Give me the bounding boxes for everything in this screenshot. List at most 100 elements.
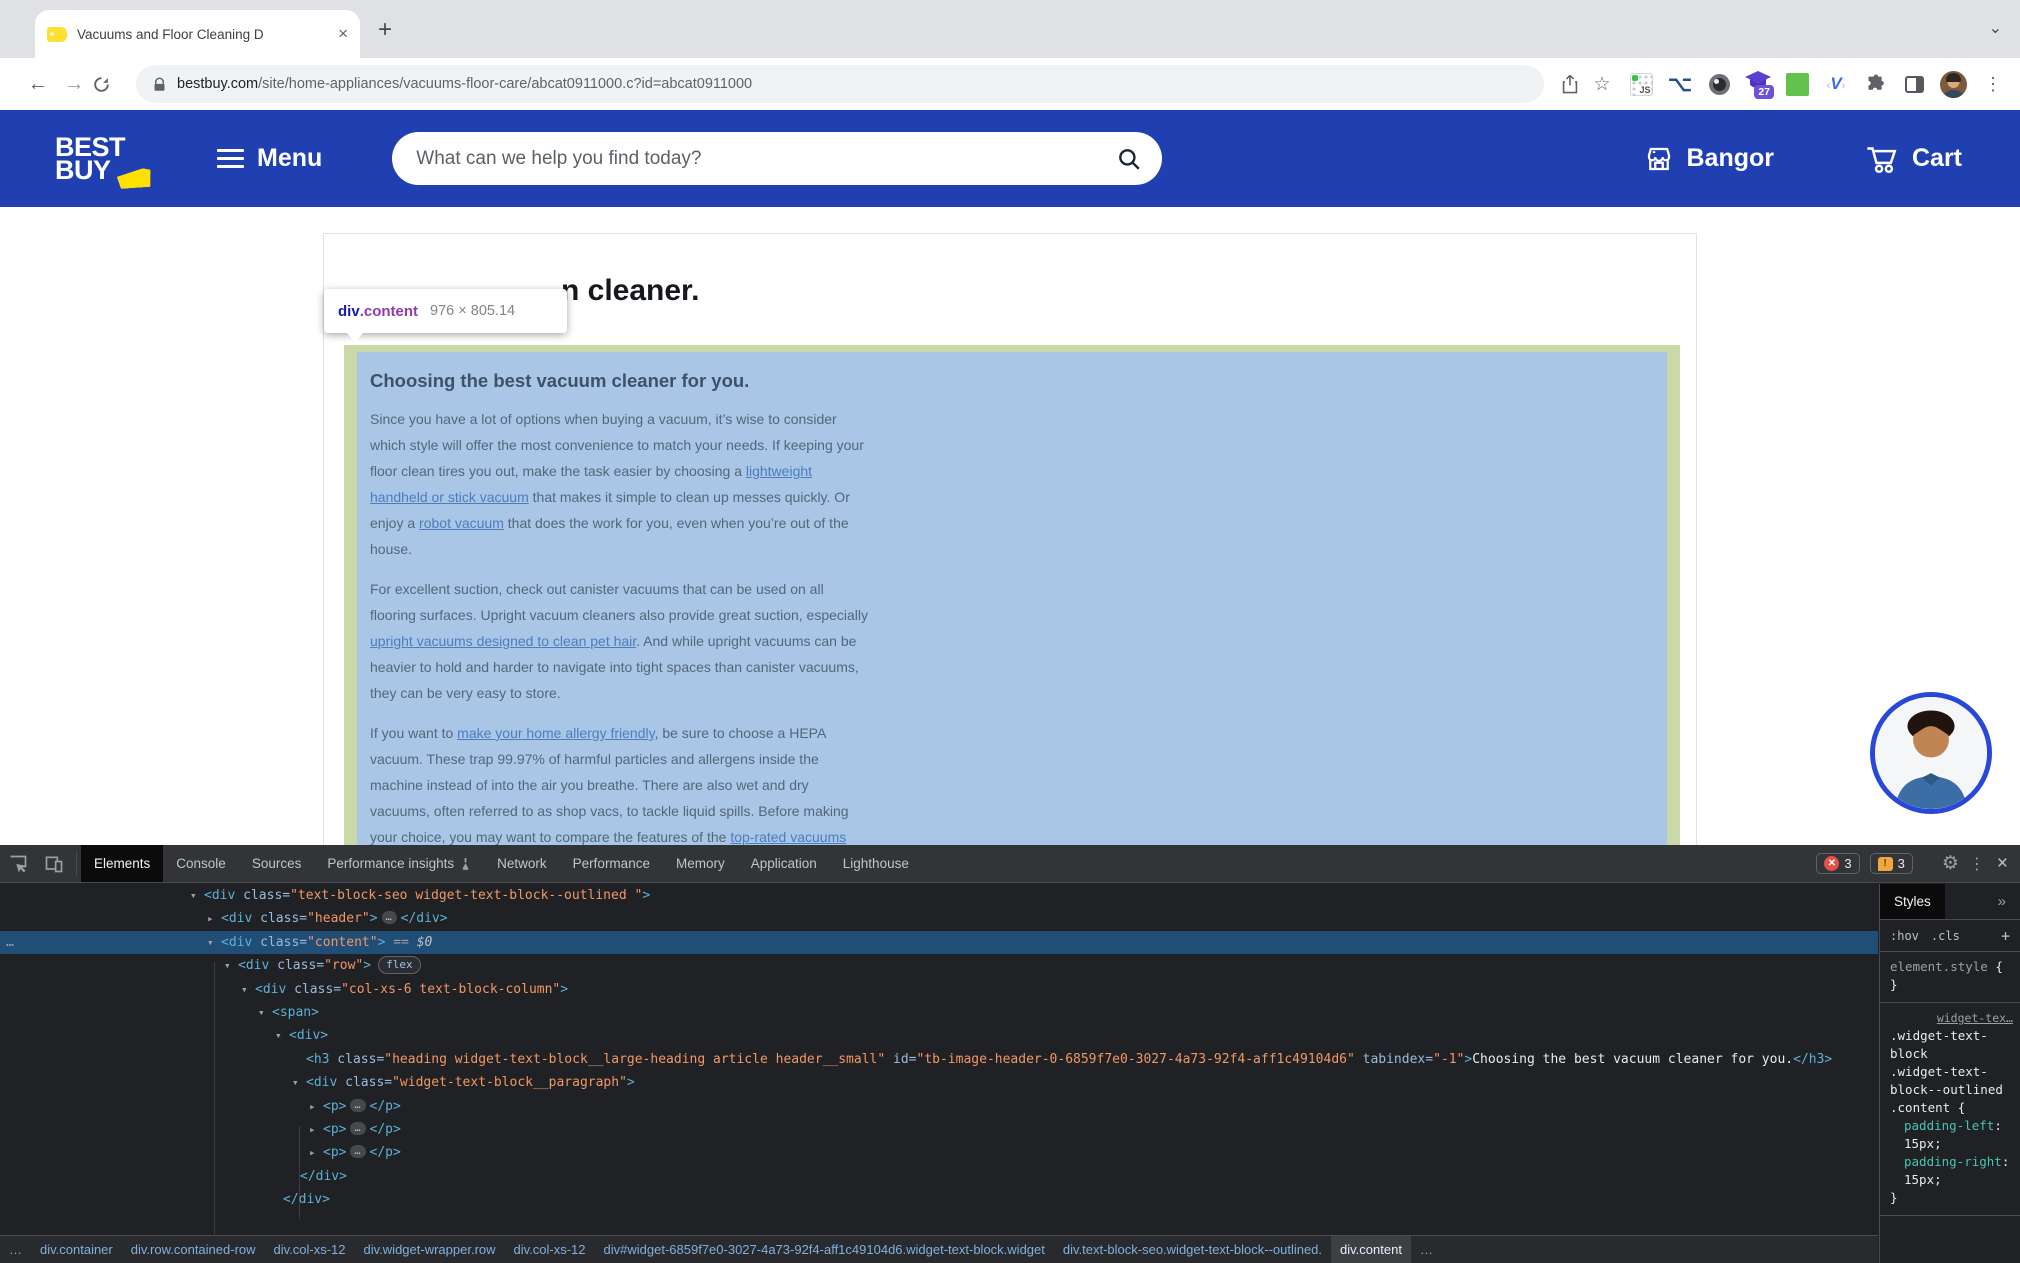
article-link[interactable]: top-rated vacuums (730, 829, 846, 845)
search-icon[interactable] (1116, 146, 1142, 172)
breadcrumb-item[interactable]: div.widget-wrapper.row (355, 1236, 505, 1263)
breadcrumb-item[interactable]: div.col-xs-12 (505, 1236, 595, 1263)
devtools-menu-kebab-icon[interactable]: ⋮ (1969, 854, 1985, 874)
devtools-tab-sources[interactable]: Sources (239, 845, 315, 882)
breadcrumb-item[interactable]: … (1411, 1236, 1442, 1263)
v-extension-icon[interactable]: ‹V› (1823, 71, 1849, 97)
browser-tab[interactable]: Vacuums and Floor Cleaning D × (35, 10, 360, 58)
collapsed-content-ellipsis[interactable]: … (382, 911, 397, 924)
browser-menu-kebab-icon[interactable]: ⋮ (1980, 71, 2006, 97)
devtools-close-icon[interactable]: × (1995, 853, 2008, 875)
collapsed-content-ellipsis[interactable]: … (350, 1145, 365, 1158)
expand-arrow-closed-icon[interactable]: ▸ (207, 907, 221, 930)
dom-tree-node[interactable]: <h3 class="heading widget-text-block__la… (0, 1048, 1878, 1071)
dom-tree-node[interactable]: ▸<p>…</p> (0, 1095, 1878, 1118)
expand-arrow-open-icon[interactable]: ▾ (292, 1071, 306, 1094)
flex-badge[interactable]: flex (378, 956, 421, 974)
forward-button[interactable]: → (56, 72, 92, 96)
code-segment: > (370, 911, 378, 926)
expand-arrow-open-icon[interactable]: ▾ (190, 884, 204, 907)
devtools-tab-performance[interactable]: Performance (560, 845, 663, 882)
reload-button[interactable] (92, 75, 128, 94)
article-link[interactable]: robot vacuum (419, 515, 504, 531)
expand-arrow-open-icon[interactable]: ▾ (258, 1001, 272, 1024)
dom-tree-node[interactable]: ▸<p>…</p> (0, 1141, 1878, 1164)
expand-arrow-closed-icon[interactable]: ▸ (309, 1118, 323, 1141)
console-errors-badge[interactable]: ✕ 3 (1816, 853, 1859, 874)
side-panel-icon[interactable] (1901, 71, 1927, 97)
hover-state-toggle[interactable]: :hov (1890, 929, 1919, 943)
issues-badge[interactable]: ! 3 (1870, 853, 1913, 874)
dom-tree-node[interactable]: ▾<span> (0, 1001, 1878, 1024)
dom-tree-node[interactable]: ▸<div class="header">…</div> (0, 907, 1878, 930)
dom-tree-node[interactable]: </div> (0, 1165, 1878, 1188)
dom-tree-node[interactable]: ▾<div> (0, 1024, 1878, 1047)
article-text: For excellent suction, check out caniste… (370, 581, 868, 623)
style-rule[interactable]: element.style {} (1880, 952, 2020, 1003)
dom-tree-node[interactable]: </div> (0, 1188, 1878, 1211)
article-link[interactable]: upright vacuums designed to clean pet ha… (370, 633, 636, 649)
bookmark-star-button[interactable]: ☆ (1586, 73, 1618, 96)
dom-tree-node[interactable]: ▾<div class="row">flex (0, 954, 1878, 977)
new-tab-button[interactable]: + (378, 18, 392, 42)
expand-arrow-open-icon[interactable]: ▾ (224, 954, 238, 977)
expand-arrow-open-icon[interactable]: ▾ (207, 931, 221, 954)
expand-arrow-closed-icon[interactable]: ▸ (309, 1141, 323, 1164)
devtools-tab-lighthouse[interactable]: Lighthouse (830, 845, 922, 882)
collapsed-content-ellipsis[interactable]: … (350, 1099, 365, 1112)
inspect-element-icon[interactable] (0, 845, 36, 882)
article-link[interactable]: make your home allergy friendly (457, 725, 654, 741)
site-search-input[interactable] (416, 148, 1116, 170)
scholar-extension-icon[interactable]: 27 (1745, 71, 1771, 97)
cart-button[interactable]: Cart (1866, 143, 1962, 175)
devtools-tab-elements[interactable]: Elements (81, 845, 163, 882)
rule-source-link[interactable]: widget-tex… (1890, 1009, 2013, 1027)
branch-extension-icon[interactable]: ⌥ (1667, 71, 1693, 97)
more-tabs-chevron-icon[interactable]: » (1984, 884, 2020, 919)
bestbuy-logo[interactable]: BEST BUY (55, 136, 125, 182)
style-rule[interactable]: widget-tex….widget-text-block.widget-tex… (1880, 1003, 2020, 1216)
store-location-button[interactable]: Bangor (1644, 144, 1774, 174)
dom-tree-node[interactable]: ▸<p>…</p> (0, 1118, 1878, 1141)
expand-arrow-closed-icon[interactable]: ▸ (309, 1095, 323, 1118)
collapsed-content-ellipsis[interactable]: … (350, 1122, 365, 1135)
css-property[interactable]: padding-left: 15px; (1890, 1117, 2013, 1153)
breadcrumb-item[interactable]: div.text-block-seo.widget-text-block--ou… (1054, 1236, 1331, 1263)
device-toolbar-icon[interactable] (36, 845, 72, 882)
extensions-puzzle-icon[interactable] (1862, 71, 1888, 97)
devtools-settings-icon[interactable]: ⚙ (1942, 852, 1959, 875)
devtools-tab-console[interactable]: Console (163, 845, 239, 882)
breadcrumb-item[interactable]: div.col-xs-12 (265, 1236, 355, 1263)
profile-avatar[interactable] (1940, 71, 1967, 98)
devtools-tab-application[interactable]: Application (738, 845, 830, 882)
breadcrumb-item[interactable]: div.content (1331, 1236, 1411, 1263)
expand-arrow-open-icon[interactable]: ▾ (275, 1024, 289, 1047)
dom-tree-node[interactable]: …▾<div class="content"> == $0 (0, 931, 1878, 954)
new-style-rule-button[interactable]: + (2001, 927, 2010, 945)
devtools-tab-memory[interactable]: Memory (663, 845, 738, 882)
breadcrumb-item[interactable]: div.container (31, 1236, 122, 1263)
js-extension-icon[interactable]: JS (1628, 71, 1654, 97)
url-bar[interactable]: bestbuy.com/site/home-appliances/vacuums… (136, 65, 1544, 103)
chat-assistant-avatar[interactable] (1870, 692, 1992, 814)
css-property[interactable]: padding-right: 15px; (1890, 1153, 2013, 1189)
menu-button[interactable]: Menu (217, 144, 322, 173)
class-toggle[interactable]: .cls (1931, 929, 1960, 943)
site-search-bar[interactable] (392, 132, 1162, 185)
breadcrumb-item[interactable]: … (0, 1236, 31, 1263)
devtools-tab-performance-insights[interactable]: Performance insights (314, 845, 484, 882)
tab-strip-chevron-icon[interactable]: ⌄ (1989, 18, 2002, 38)
dom-tree-node[interactable]: ▾<div class="text-block-seo widget-text-… (0, 884, 1878, 907)
tab-styles[interactable]: Styles (1880, 884, 1945, 919)
eye-extension-icon[interactable] (1706, 71, 1732, 97)
dom-tree-node[interactable]: ▾<div class="col-xs-6 text-block-column"… (0, 978, 1878, 1001)
share-button[interactable] (1554, 74, 1586, 94)
breadcrumb-item[interactable]: div.row.contained-row (122, 1236, 265, 1263)
breadcrumb-item[interactable]: div#widget-6859f7e0-3027-4a73-92f4-aff1c… (595, 1236, 1054, 1263)
back-button[interactable]: ← (20, 72, 56, 96)
devtools-tab-network[interactable]: Network (484, 845, 560, 882)
tab-close-icon[interactable]: × (338, 24, 348, 44)
expand-arrow-open-icon[interactable]: ▾ (241, 978, 255, 1001)
dom-tree-node[interactable]: ▾<div class="widget-text-block__paragrap… (0, 1071, 1878, 1094)
green-square-extension-icon[interactable] (1784, 71, 1810, 97)
